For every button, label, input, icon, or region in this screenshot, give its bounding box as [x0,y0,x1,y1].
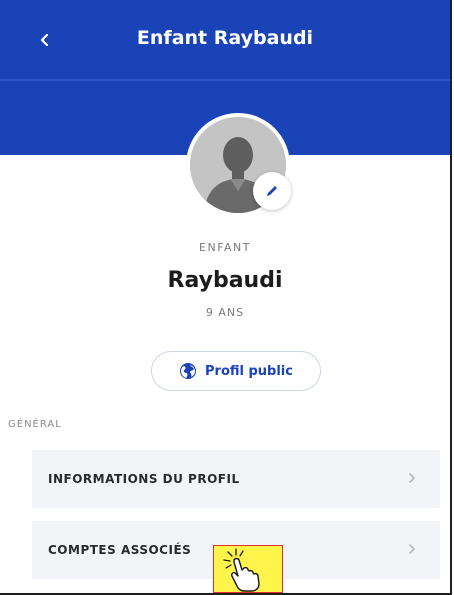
page-title: Enfant Raybaudi [136,27,314,49]
list-item-label: COMPTES ASSOCIÉS [48,543,192,557]
top-bar: Enfant Raybaudi [0,0,450,78]
chevron-right-icon [409,473,415,483]
app-screen: Enfant Raybaudi ENFANT Raybaudi 9 ANS Pr… [0,0,452,595]
pencil-icon [267,186,277,196]
globe-icon [180,363,196,379]
section-label-general: GÉNÉRAL [8,419,62,430]
public-profile-button[interactable]: Profil public [151,351,321,391]
profile-age: 9 ANS [205,306,245,319]
hand-pointer-click-icon [223,548,260,592]
list-item-label: INFORMATIONS DU PROFIL [48,472,240,486]
chevron-right-icon [409,544,415,554]
click-highlight [213,545,283,593]
list-item-profile-info[interactable]: INFORMATIONS DU PROFIL [32,450,440,508]
public-profile-label: Profil public [205,363,293,379]
profile-role: ENFANT [199,241,251,254]
header-divider [0,79,450,81]
profile-name: Raybaudi [167,268,283,293]
edit-avatar-button[interactable] [253,172,291,210]
